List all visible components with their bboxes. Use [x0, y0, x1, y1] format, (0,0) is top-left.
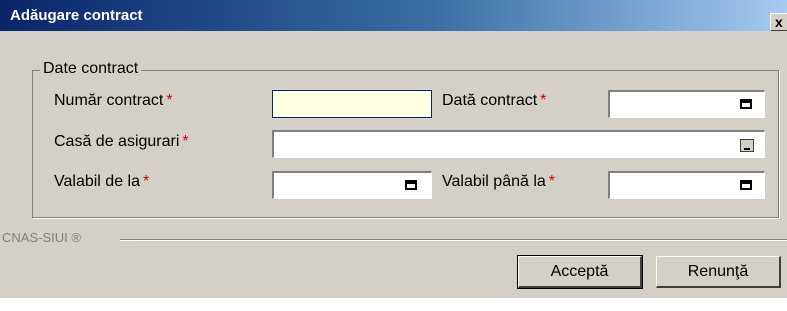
casa-asigurari-label: Casă de asigurari *	[54, 133, 189, 151]
close-button[interactable]: x	[770, 13, 787, 31]
required-marker: *	[548, 173, 556, 190]
calendar-icon[interactable]	[740, 180, 752, 190]
numar-contract-input[interactable]	[272, 90, 432, 118]
footer-brand: CNAS-SIUI ®	[2, 230, 87, 245]
valabil-pana-la-label-text: Valabil până la	[442, 173, 546, 190]
cancel-button[interactable]: Renunţă	[656, 256, 781, 288]
ellipsis-icon[interactable]	[740, 139, 754, 152]
data-contract-input[interactable]	[608, 90, 765, 118]
title-bar: Adăugare contract	[0, 0, 787, 31]
dialog-window: Adăugare contract x Date contract Număr …	[0, 0, 787, 311]
calendar-icon[interactable]	[740, 99, 752, 109]
footer-divider	[120, 239, 787, 241]
casa-asigurari-input[interactable]	[272, 130, 765, 158]
window-bottom-edge	[0, 298, 787, 311]
valabil-de-la-input[interactable]	[272, 171, 432, 199]
window-title: Adăugare contract	[10, 7, 143, 24]
required-marker: *	[166, 92, 173, 109]
data-contract-label: Dată contract *	[442, 92, 546, 110]
valabil-pana-la-input[interactable]	[608, 171, 765, 199]
valabil-de-la-label: Valabil de la *	[54, 173, 149, 191]
calendar-icon[interactable]	[405, 180, 417, 190]
numar-contract-label: Număr contract *	[54, 92, 173, 110]
groupbox-legend: Date contract	[40, 60, 142, 78]
valabil-de-la-label-text: Valabil de la	[54, 173, 140, 190]
casa-asigurari-label-text: Casă de asigurari	[54, 133, 180, 150]
data-contract-label-text: Dată contract	[442, 92, 538, 109]
numar-contract-label-text: Număr contract	[54, 92, 164, 109]
required-marker: *	[182, 133, 189, 150]
required-marker: *	[540, 92, 547, 109]
required-marker: *	[142, 173, 150, 190]
accept-button[interactable]: Acceptă	[517, 255, 643, 289]
valabil-pana-la-label: Valabil până la *	[442, 173, 555, 191]
